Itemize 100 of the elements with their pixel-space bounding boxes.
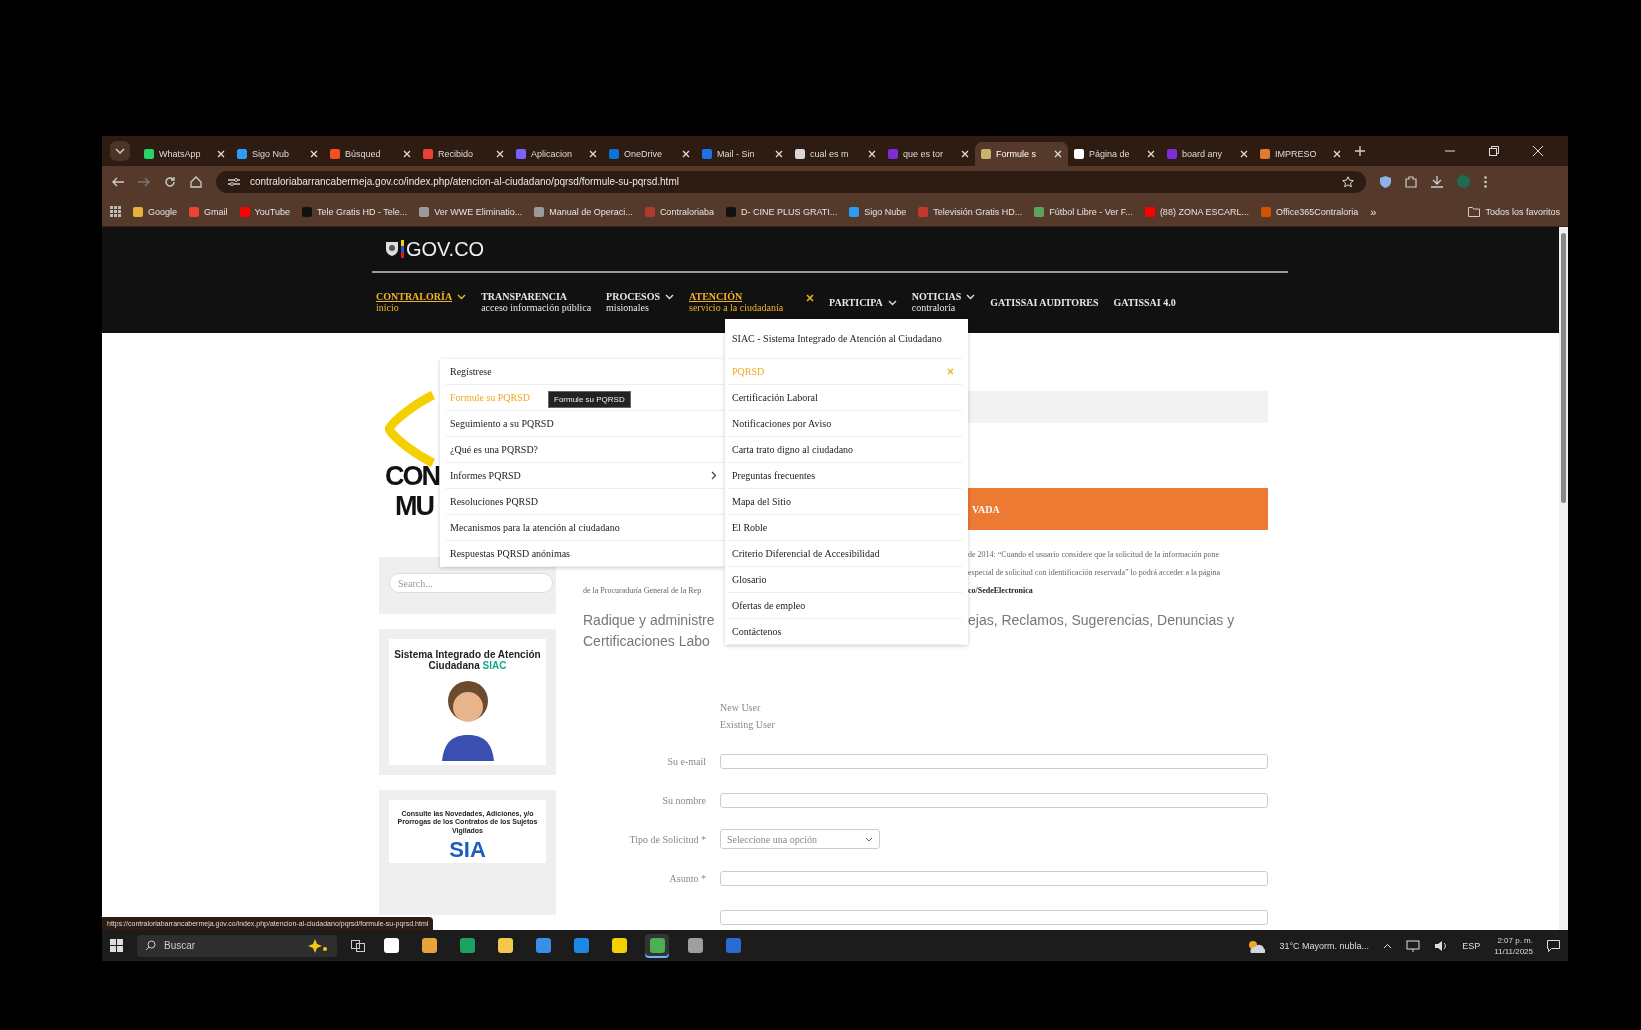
browser-tab[interactable]: Formule s: [975, 142, 1068, 166]
user-option-link[interactable]: Existing User: [720, 719, 1268, 730]
close-icon[interactable]: [589, 150, 597, 158]
clock[interactable]: 2:07 p. m. 11/11/2025: [1494, 934, 1533, 957]
menu-item[interactable]: Contáctenos: [728, 619, 962, 645]
nav-menu-item[interactable]: GATISSAI 4.0: [1113, 296, 1176, 308]
close-icon[interactable]: [961, 150, 969, 158]
reload-icon[interactable]: [164, 175, 176, 188]
nav-menu-item[interactable]: TRANSPARENCIA acceso información pública: [481, 291, 592, 313]
menu-item[interactable]: Certificación Laboral: [728, 385, 962, 411]
menu-icon[interactable]: [1484, 175, 1487, 188]
close-icon[interactable]: [1240, 150, 1248, 158]
home-icon[interactable]: [190, 175, 202, 188]
browser-tab[interactable]: Aplicacion: [510, 142, 603, 166]
menu-item[interactable]: Resoluciones PQRSD: [446, 489, 725, 515]
shield-icon[interactable]: [1380, 175, 1391, 188]
menu-item[interactable]: Criterio Diferencial de Accesibilidad: [728, 541, 962, 567]
search-field[interactable]: Search...: [389, 573, 553, 594]
notification-icon[interactable]: [1547, 939, 1560, 952]
app-icon[interactable]: [645, 933, 669, 958]
input-field[interactable]: [720, 870, 1268, 886]
bookmark-link[interactable]: Gmail: [189, 206, 228, 217]
close-icon[interactable]: [806, 294, 815, 302]
start-icon[interactable]: [110, 939, 123, 952]
menu-item[interactable]: Preguntas frecuentes: [728, 463, 962, 489]
menu-item[interactable]: Mecanismos para la atención al ciudadano: [446, 515, 725, 541]
speaker-icon[interactable]: [1434, 939, 1449, 952]
bookmark-link[interactable]: Ver WWE Eliminatio...: [419, 206, 523, 217]
menu-item[interactable]: Respuestas PQRSD anónimas: [446, 541, 725, 567]
browser-tab[interactable]: OneDrive: [603, 142, 696, 166]
nav-menu-item[interactable]: CONTRALORÍA inicio: [376, 291, 467, 313]
nav-menu-item[interactable]: NOTICIAS contraloría: [911, 291, 976, 313]
menu-item[interactable]: Seguimiento a su PQRSD: [446, 411, 725, 437]
more-bookmarks-button[interactable]: »: [1370, 205, 1377, 218]
menu-item[interactable]: SIAC - Sistema Integrado de Atención al Ciudadano: [728, 319, 962, 359]
browser-tab[interactable]: IMPRESO: [1254, 142, 1347, 166]
bookmark-link[interactable]: YouTube: [239, 206, 290, 217]
close-icon[interactable]: [403, 150, 411, 158]
browser-tab[interactable]: cual es m: [789, 142, 882, 166]
all-bookmarks-link[interactable]: Todos los favoritos: [1468, 206, 1560, 217]
nav-menu-item[interactable]: PARTICIPA: [829, 296, 897, 308]
extensions-icon[interactable]: [1405, 175, 1417, 188]
close-icon[interactable]: [1333, 150, 1341, 158]
scrollbar-thumb[interactable]: [1561, 233, 1566, 503]
tab-search-button[interactable]: [110, 141, 130, 161]
bookmark-link[interactable]: Fútbol Libre - Ver F...: [1034, 206, 1133, 217]
chevron-up-icon[interactable]: [1383, 942, 1393, 949]
browser-tab[interactable]: WhatsApp: [138, 142, 231, 166]
restore-icon[interactable]: [1489, 146, 1499, 156]
nav-menu-item[interactable]: GATISSAI AUDITORES: [990, 296, 1099, 308]
govco-logo[interactable]: GOV.CO: [406, 237, 485, 261]
browser-tab[interactable]: Página de: [1068, 142, 1161, 166]
select-field[interactable]: Seleccione una opción: [720, 829, 880, 849]
close-icon[interactable]: [775, 150, 783, 158]
close-icon[interactable]: [496, 150, 504, 158]
browser-tab[interactable]: Sigo Nub: [231, 142, 324, 166]
menu-item[interactable]: Carta trato digno al ciudadano: [728, 437, 962, 463]
menu-item[interactable]: Ofertas de empleo: [728, 593, 962, 619]
weather-text[interactable]: 31°C Mayorm. nubla...: [1279, 940, 1370, 951]
input-field[interactable]: [720, 909, 1268, 925]
language-indicator[interactable]: ESP: [1462, 940, 1481, 951]
menu-item[interactable]: ¿Qué es una PQRSD?: [446, 437, 725, 463]
close-icon[interactable]: [868, 150, 876, 158]
close-icon[interactable]: [1054, 150, 1062, 158]
user-option-link[interactable]: New User: [720, 702, 1268, 713]
menu-item[interactable]: Regístrese: [446, 359, 725, 385]
task-view-icon[interactable]: [351, 939, 365, 952]
close-icon[interactable]: [310, 150, 318, 158]
menu-item[interactable]: Mapa del Sitio: [728, 489, 962, 515]
search-field[interactable]: Buscar: [137, 934, 337, 957]
input-field[interactable]: [720, 792, 1268, 808]
close-icon[interactable]: [217, 150, 225, 158]
site-settings-icon[interactable]: [228, 176, 240, 187]
close-icon[interactable]: [1533, 146, 1543, 156]
bookmark-link[interactable]: D- CINE PLUS GRATI...: [725, 206, 838, 217]
bookmark-link[interactable]: Google: [133, 206, 178, 217]
address-field[interactable]: contraloriabarrancabermeja.gov.co/index.php/atencion-al-ciudadano/pqrsd/formule-su-pqrsd.html: [216, 170, 1366, 193]
bookmark-link[interactable]: Tele Gratis HD - Tele...: [301, 206, 408, 217]
browser-tab[interactable]: que es tor: [882, 142, 975, 166]
input-field[interactable]: [720, 753, 1268, 769]
browser-tab[interactable]: Búsqued: [324, 142, 417, 166]
nav-menu-item[interactable]: ATENCIÓN servicio a la ciudadanía: [689, 291, 815, 313]
star-icon[interactable]: [1342, 175, 1354, 188]
bookmark-link[interactable]: Televisión Gratis HD...: [918, 206, 1023, 217]
menu-item[interactable]: Notificaciones por Aviso: [728, 411, 962, 437]
back-icon[interactable]: [112, 176, 124, 187]
download-icon[interactable]: [1431, 175, 1443, 188]
nav-menu-item[interactable]: PROCESOS misionales: [606, 291, 674, 313]
bookmark-link[interactable]: Sigo Nube: [849, 206, 907, 217]
browser-tab[interactable]: Mail - Sin: [696, 142, 789, 166]
menu-item[interactable]: El Roble: [728, 515, 962, 541]
new-tab-icon[interactable]: [1355, 146, 1365, 156]
bookmark-link[interactable]: Contraloriaba: [644, 206, 714, 217]
browser-tab[interactable]: Recibido: [417, 142, 510, 166]
menu-item[interactable]: Glosario: [728, 567, 962, 593]
menu-item[interactable]: Informes PQRSD: [446, 463, 725, 489]
bookmark-link[interactable]: Manual de Operaci...: [534, 206, 633, 217]
close-icon[interactable]: [682, 150, 690, 158]
bookmark-link[interactable]: Office365Contraloria: [1260, 206, 1359, 217]
network-icon[interactable]: [1406, 939, 1421, 952]
